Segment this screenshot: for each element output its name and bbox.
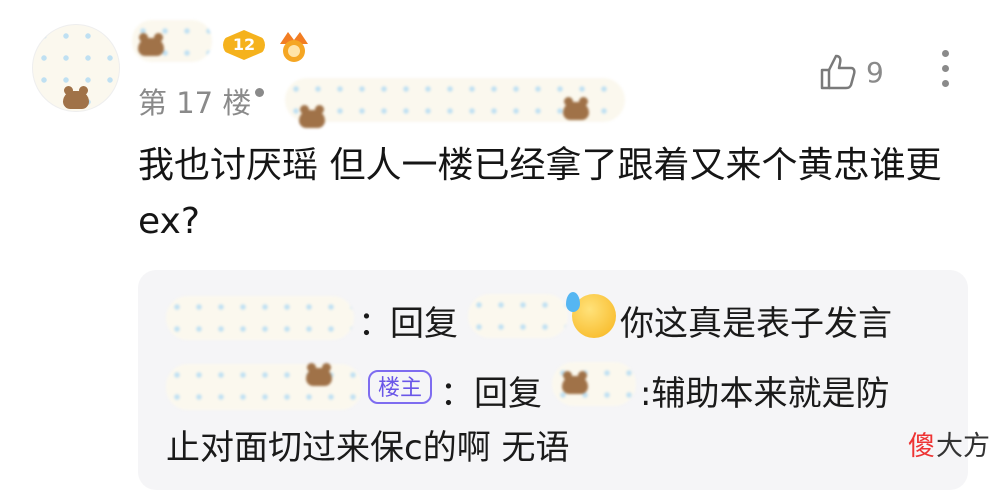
sweat-drop-icon [566,292,580,312]
reply-target-censored[interactable] [468,294,568,338]
watermark-part2: 大方 [936,431,990,462]
reply-word: 回复 [390,304,458,344]
reply-text-line2: 止对面切过来保c的啊 无语 [166,428,570,468]
separator-dot [255,88,264,97]
post-content: 我也讨厌瑶 但人一楼已经拿了跟着又来个黄忠谁更 ex? [138,145,942,242]
more-options-icon[interactable] [940,50,950,94]
reply-username-censored[interactable] [166,296,354,340]
post-meta-censored [285,78,625,128]
like-icon[interactable] [818,52,858,92]
reply-colon: ： [358,304,392,344]
reply-text: 你这真是表子发言 [620,304,892,344]
avatar[interactable] [32,24,120,112]
reply-text-line1: :辅助本来就是防 [640,374,890,414]
medal-icon [280,32,308,62]
reply-target-censored[interactable] [552,362,636,406]
reply-username-censored[interactable] [166,363,362,410]
bear-decoration [63,86,89,109]
level-badge: 12 [223,30,265,60]
watermark-part1: 傻 [908,431,935,462]
reply-word: 回复 [474,374,542,414]
op-badge: 楼主 [368,370,432,404]
username-censored[interactable] [132,20,212,62]
like-count: 9 [866,56,884,89]
floor-label: 第 17 楼 [138,86,252,120]
reply-colon: ： [440,374,474,414]
